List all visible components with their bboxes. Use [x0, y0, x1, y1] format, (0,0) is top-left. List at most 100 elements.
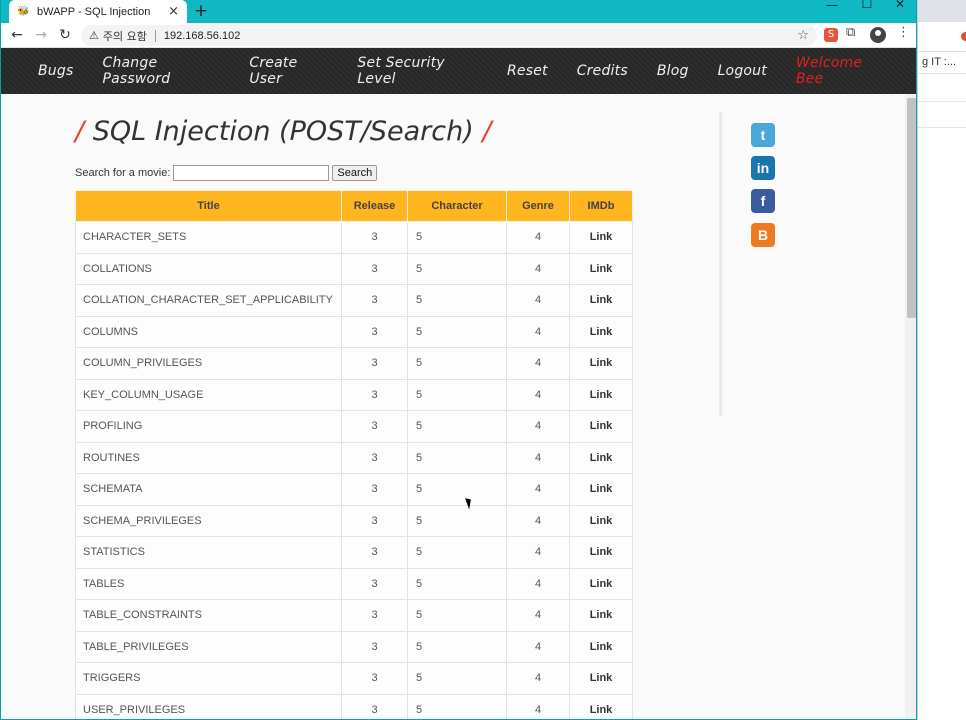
browser-menu-icon[interactable]: ⋮	[897, 25, 910, 40]
cell-release: 3	[341, 599, 408, 632]
cell-release: 3	[341, 630, 408, 663]
cell-title: STATISTICS	[75, 536, 342, 569]
search-label: Search for a movie:	[75, 167, 171, 179]
cell-character: 5	[407, 284, 507, 317]
imdb-link[interactable]: Link	[569, 252, 633, 285]
sidebar-divider	[719, 112, 723, 416]
nav-set-security-level[interactable]: Set Security Level	[357, 55, 478, 87]
profile-avatar-icon[interactable]	[870, 27, 886, 43]
imdb-link[interactable]: Link	[569, 599, 633, 632]
table-row: CHARACTER_SETS 3 5 4 Link	[75, 221, 633, 254]
maximize-button[interactable]: ☐	[850, 0, 884, 23]
search-input[interactable]	[173, 165, 330, 181]
imdb-link[interactable]: Link	[569, 536, 633, 569]
table-body: CHARACTER_SETS 3 5 4 Link COLLATIONS 3 5 4 Link CO…	[75, 221, 633, 719]
imdb-link[interactable]: Link	[569, 441, 633, 474]
background-window-bookmark[interactable]: g IT :...	[918, 52, 966, 74]
cell-genre: 4	[506, 599, 570, 632]
close-window-button[interactable]: ✕	[883, 0, 916, 23]
cell-genre: 4	[506, 662, 570, 695]
table-row: TRIGGERS 3 5 4 Link	[75, 662, 633, 695]
nav-bugs[interactable]: Bugs	[38, 63, 73, 79]
tab-close-icon[interactable]: ×	[168, 4, 179, 19]
search-button[interactable]: Search	[332, 165, 378, 181]
extensions-puzzle-icon[interactable]: ⧉	[846, 25, 855, 40]
cell-release: 3	[341, 221, 408, 254]
background-window-row	[918, 102, 966, 128]
minimize-button[interactable]: —	[815, 0, 849, 23]
cell-character: 5	[407, 315, 507, 348]
notification-dot-icon	[961, 32, 966, 41]
title-slash-left: /	[75, 116, 85, 147]
header-imdb: IMDb	[569, 190, 633, 222]
table-row: PROFILING 3 5 4 Link	[75, 410, 633, 443]
nav-reset[interactable]: Reset	[507, 63, 548, 79]
imdb-link[interactable]: Link	[569, 410, 633, 443]
cell-character: 5	[407, 441, 507, 474]
imdb-link[interactable]: Link	[569, 567, 633, 600]
forward-button[interactable]: →	[31, 25, 51, 45]
cell-character: 5	[407, 693, 507, 719]
site-navigation: Bugs Change Password Create User Set Sec…	[1, 48, 916, 94]
table-row: COLLATIONS 3 5 4 Link	[75, 252, 633, 285]
page-title-text: SQL Injection (POST/Search)	[92, 116, 474, 147]
cell-genre: 4	[506, 567, 570, 600]
table-row: SCHEMA_PRIVILEGES 3 5 4 Link	[75, 504, 633, 537]
extension-icon[interactable]: S	[824, 28, 838, 42]
cell-title: USER_PRIVILEGES	[75, 693, 342, 719]
imdb-link[interactable]: Link	[569, 284, 633, 317]
cell-title: ROUTINES	[75, 441, 342, 474]
reload-button[interactable]: ↻	[55, 25, 75, 45]
cell-title: SCHEMATA	[75, 473, 342, 506]
cell-title: PROFILING	[75, 410, 342, 443]
imdb-link[interactable]: Link	[569, 662, 633, 695]
cell-character: 5	[407, 599, 507, 632]
browser-tab[interactable]: 🐝 bWAPP - SQL Injection ×	[9, 0, 187, 23]
twitter-icon[interactable]: t	[751, 123, 775, 147]
imdb-link[interactable]: Link	[569, 473, 633, 506]
table-row: USER_PRIVILEGES 3 5 4 Link	[75, 693, 633, 719]
nav-change-password[interactable]: Change Password	[102, 55, 220, 87]
omnibox-divider	[154, 29, 156, 42]
title-slash-right: /	[482, 116, 492, 147]
cell-title: CHARACTER_SETS	[75, 221, 342, 254]
cell-title: COLUMN_PRIVILEGES	[75, 347, 342, 380]
imdb-link[interactable]: Link	[569, 315, 633, 348]
scrollbar-thumb[interactable]	[907, 98, 916, 318]
cell-genre: 4	[506, 473, 570, 506]
imdb-link[interactable]: Link	[569, 693, 633, 719]
imdb-link[interactable]: Link	[569, 347, 633, 380]
header-title: Title	[75, 190, 342, 222]
page-scrollbar[interactable]	[905, 94, 916, 719]
table-row: COLUMNS 3 5 4 Link	[75, 315, 633, 348]
browser-toolbar: ← → ↻ ⚠ 주의 요함 192.168.56.102 ☆ S ⧉ ⋮	[1, 23, 916, 48]
bookmark-star-icon[interactable]: ☆	[797, 28, 809, 43]
nav-logout[interactable]: Logout	[718, 63, 767, 79]
search-form: Search for a movie: Search	[75, 165, 378, 181]
imdb-link[interactable]: Link	[569, 630, 633, 663]
address-bar[interactable]: ⚠ 주의 요함 192.168.56.102 ☆	[81, 25, 817, 46]
cell-release: 3	[341, 315, 408, 348]
cell-genre: 4	[506, 504, 570, 537]
imdb-link[interactable]: Link	[569, 504, 633, 537]
linkedin-icon[interactable]: in	[751, 156, 775, 180]
cell-title: COLUMNS	[75, 315, 342, 348]
blogger-icon[interactable]: B	[751, 223, 775, 247]
header-character: Character	[407, 190, 507, 222]
facebook-icon[interactable]: f	[751, 189, 775, 213]
security-label[interactable]: 주의 요함	[103, 28, 147, 44]
browser-window: 🐝 bWAPP - SQL Injection × + — ☐ ✕ ← → ↻ …	[0, 0, 917, 720]
imdb-link[interactable]: Link	[569, 378, 633, 411]
nav-create-user[interactable]: Create User	[249, 55, 328, 87]
url-text[interactable]: 192.168.56.102	[164, 30, 797, 42]
warning-icon[interactable]: ⚠	[89, 29, 99, 42]
new-tab-button[interactable]: +	[191, 1, 211, 21]
nav-blog[interactable]: Blog	[657, 63, 689, 79]
imdb-link[interactable]: Link	[569, 221, 633, 254]
cell-genre: 4	[506, 378, 570, 411]
nav-credits[interactable]: Credits	[577, 63, 628, 79]
cell-release: 3	[341, 284, 408, 317]
page-content: / SQL Injection (POST/Search) / Search f…	[1, 94, 905, 719]
cell-title: TRIGGERS	[75, 662, 342, 695]
back-button[interactable]: ←	[7, 25, 27, 45]
